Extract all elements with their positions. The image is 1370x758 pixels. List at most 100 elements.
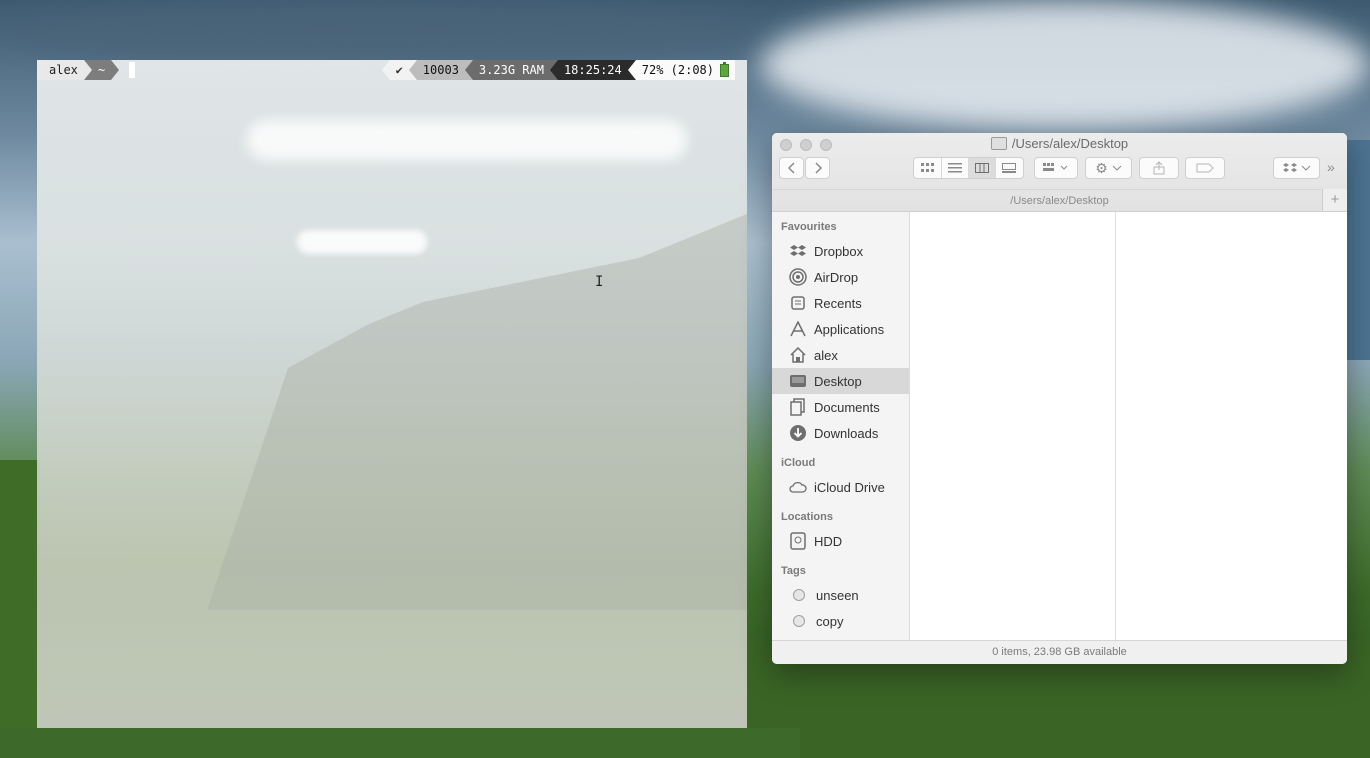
sidebar-item-label: AirDrop	[814, 269, 859, 285]
wallpaper-cloud	[0, 0, 760, 60]
sidebar-item-alex[interactable]: alex	[772, 342, 909, 368]
dropbox-icon	[1282, 163, 1297, 172]
action-menu-button[interactable]: ⚙	[1085, 157, 1132, 179]
recents-icon	[789, 294, 807, 312]
forward-button[interactable]	[805, 157, 830, 179]
tag-icon	[1196, 163, 1214, 173]
history-number: 10003	[416, 60, 465, 80]
column-divider[interactable]	[1115, 212, 1116, 641]
wallpaper-cloud	[760, 0, 1370, 130]
prompt-directory: ~	[91, 60, 112, 80]
chevron-left-icon	[787, 162, 795, 174]
view-mode-control[interactable]	[913, 157, 1024, 179]
documents-icon	[789, 398, 807, 416]
add-tab-button[interactable]: +	[1322, 189, 1347, 211]
gear-icon: ⚙	[1095, 159, 1108, 176]
sidebar-item-label: copy	[816, 613, 844, 629]
window-title: /Users/alex/Desktop	[772, 136, 1347, 151]
chevron-down-icon	[1301, 165, 1310, 171]
wallpaper-grass	[0, 460, 40, 758]
dropbox-button[interactable]	[1273, 157, 1320, 179]
terminal-window[interactable]: alex ~ ✔ 10003 3.23G RAM 18:25:24 72% (2…	[37, 60, 747, 728]
cloud-icon	[789, 478, 807, 496]
tags-button[interactable]	[1185, 157, 1225, 179]
folder-icon	[990, 137, 1007, 150]
finder-toolbar: ⚙ »	[772, 157, 1347, 181]
sidebar-item-label: Recents	[814, 295, 862, 311]
chevron-right-icon	[814, 162, 822, 174]
sidebar-item-label: Applications	[814, 321, 885, 337]
window-title-text: /Users/alex/Desktop	[1011, 136, 1129, 151]
sidebar-item-tag-copy[interactable]: copy	[772, 608, 909, 634]
gallery-icon	[1002, 163, 1016, 173]
sidebar-header-favourites: Favourites	[781, 221, 837, 233]
sidebar-item-airdrop[interactable]: AirDrop	[772, 264, 909, 290]
battery-status: 72% (2:08)	[635, 60, 735, 80]
shell-right-prompt: ✔ 10003 3.23G RAM 18:25:24 72% (2:08)	[381, 60, 735, 80]
sidebar-item-recents[interactable]: Recents	[772, 290, 909, 316]
finder-sidebar: Favourites Dropbox AirDrop Recents Appli…	[772, 212, 910, 641]
sidebar-header-tags: Tags	[781, 565, 806, 577]
sidebar-item-label: alex	[814, 347, 838, 363]
sidebar-item-desktop[interactable]: Desktop	[772, 368, 909, 394]
applications-icon	[789, 320, 807, 338]
list-icon	[948, 163, 962, 173]
sidebar-item-tag-unseen[interactable]: unseen	[772, 582, 909, 608]
group-by-button[interactable]	[1034, 157, 1078, 179]
wallpaper-grass	[0, 728, 800, 758]
toolbar-overflow-button[interactable]: »	[1327, 159, 1335, 175]
battery-text: 72% (2:08)	[641, 63, 714, 77]
back-button[interactable]	[779, 157, 804, 179]
terminal-background-cloud	[247, 120, 687, 160]
group-icon	[1043, 163, 1068, 171]
sidebar-item-label: HDD	[814, 533, 843, 549]
airdrop-icon	[789, 268, 807, 286]
status-bar: 0 items, 23.98 GB available	[772, 640, 1347, 664]
finder-window[interactable]: /Users/alex/Desktop ⚙ » /Users/alex/Desk…	[772, 133, 1347, 664]
prompt-separator-icon	[381, 60, 390, 80]
sidebar-header-locations: Locations	[781, 511, 833, 523]
terminal-background-cloud	[297, 230, 427, 254]
sidebar-item-downloads[interactable]: Downloads	[772, 420, 909, 446]
share-icon	[1153, 161, 1165, 175]
share-button[interactable]	[1139, 157, 1179, 179]
prompt-user: alex	[37, 60, 84, 80]
dropbox-icon	[789, 242, 807, 260]
sidebar-item-hdd[interactable]: HDD	[772, 528, 909, 554]
gallery-view-button[interactable]	[996, 158, 1022, 178]
sidebar-item-label: unseen	[816, 587, 859, 603]
ram-usage: 3.23G RAM	[472, 60, 550, 80]
prompt-separator-icon	[111, 60, 120, 80]
grid-icon	[921, 163, 934, 172]
chevron-down-icon	[1112, 165, 1122, 171]
ibeam-cursor-icon: I	[595, 274, 604, 290]
sidebar-item-label: iCloud Drive	[814, 479, 885, 495]
sidebar-item-label: Documents	[814, 399, 880, 415]
finder-titlebar[interactable]: /Users/alex/Desktop ⚙ » /Users/alex/Desk…	[772, 133, 1347, 212]
tag-circle-icon	[793, 615, 805, 627]
prompt-separator-icon	[408, 60, 417, 80]
tag-circle-icon	[793, 589, 805, 601]
home-icon	[789, 346, 807, 364]
column-view-button[interactable]	[969, 158, 996, 178]
sidebar-item-label: Downloads	[814, 425, 879, 441]
columns-icon	[975, 163, 989, 173]
path-bar: /Users/alex/Desktop	[772, 189, 1347, 212]
desktop-icon	[789, 372, 807, 390]
sidebar-item-label: Dropbox	[814, 243, 864, 259]
icon-view-button[interactable]	[915, 158, 942, 178]
column-browser[interactable]	[910, 212, 1347, 641]
sidebar-item-label: Desktop	[814, 373, 862, 389]
sidebar-header-icloud: iCloud	[781, 457, 816, 469]
prompt-separator-icon	[83, 60, 92, 80]
sidebar-item-dropbox[interactable]: Dropbox	[772, 238, 909, 264]
list-view-button[interactable]	[942, 158, 969, 178]
clock: 18:25:24	[557, 60, 628, 80]
sidebar-item-applications[interactable]: Applications	[772, 316, 909, 342]
sidebar-item-documents[interactable]: Documents	[772, 394, 909, 420]
text-cursor	[129, 62, 136, 78]
prompt-separator-icon	[627, 60, 636, 80]
terminal-background-mountain	[207, 214, 747, 610]
downloads-icon	[789, 424, 807, 442]
sidebar-item-icloud-drive[interactable]: iCloud Drive	[772, 474, 909, 500]
